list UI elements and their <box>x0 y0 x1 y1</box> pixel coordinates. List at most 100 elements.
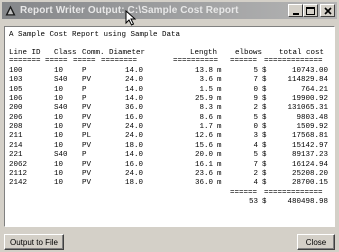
row-line-id: 106 <box>9 95 23 104</box>
app-icon <box>5 5 16 16</box>
row-length: 20.0 <box>194 151 213 160</box>
row-currency: $ <box>262 85 267 94</box>
row-total-cost: 16124.94 <box>291 160 328 169</box>
table-row: 103 S40 PV 24.0 3.6 m 7 $114829.84 <box>9 76 329 85</box>
row-comm: PV <box>82 160 92 169</box>
row-diameter: 24.0 <box>124 169 143 178</box>
row-currency: $ <box>262 95 267 104</box>
row-length: 8.3 <box>199 104 213 113</box>
row-class: 10 <box>54 67 64 75</box>
maximize-button[interactable] <box>303 4 318 17</box>
row-length: 15.6 <box>194 141 213 150</box>
table-row: 211 10 PL 24.0 12.6 m 3 $17568.81 <box>9 132 329 141</box>
row-elbows: 5 <box>253 113 258 122</box>
underline-diameter: ======== <box>101 57 138 65</box>
row-comm: PV <box>82 169 92 178</box>
total-elbows: 53 <box>248 198 258 206</box>
totals-row: 53 $ 480498.98 <box>9 198 329 207</box>
minimize-button[interactable] <box>288 4 303 17</box>
row-total-cost: 10743.00 <box>291 67 328 75</box>
minimize-icon <box>292 12 299 15</box>
row-currency: $ <box>262 76 267 85</box>
row-class: 10 <box>54 160 64 169</box>
table-row: 100 10 P 14.0 13.8 m 5 $10743.00 <box>9 67 329 76</box>
row-class: 10 <box>54 85 64 94</box>
row-comm: PV <box>82 141 92 150</box>
row-length: 8.6 <box>199 113 213 122</box>
table-row: 206 10 PV 16.0 8.6 m 5 $9803.48 <box>9 114 329 123</box>
row-length-unit: m <box>217 160 222 169</box>
totals-underline-row: ====== ============= <box>9 189 329 198</box>
row-length-unit: m <box>217 132 222 141</box>
row-line-id: 105 <box>9 85 23 94</box>
row-length-unit: m <box>217 76 222 85</box>
row-line-id: 200 <box>9 104 23 113</box>
table-row: 214 10 PV 18.0 15.6 m 4 $15142.97 <box>9 142 329 151</box>
row-comm: PV <box>82 179 92 188</box>
row-elbows: 9 <box>253 95 258 104</box>
row-currency: $ <box>262 132 267 141</box>
row-currency: $ <box>262 67 267 75</box>
table-row: 221 S40 P 14.0 20.0 m 5 $89137.23 <box>9 151 329 160</box>
row-length: 23.6 <box>194 169 213 178</box>
row-comm: PL <box>82 132 92 141</box>
close-window-button[interactable] <box>320 4 335 17</box>
row-line-id: 221 <box>9 151 23 160</box>
table-row: 208 10 PV 24.0 1.7 m 0 $1509.92 <box>9 123 329 132</box>
row-diameter: 16.0 <box>124 113 143 122</box>
output-to-file-button[interactable]: Output to File <box>4 234 64 250</box>
row-line-id: 211 <box>9 132 23 141</box>
report-writer-window: Report Writer Output: C:\Sample Cost Rep… <box>0 0 339 252</box>
total-currency: $ <box>262 198 267 206</box>
row-line-id: 2142 <box>9 179 28 188</box>
table-row: 106 10 P 14.0 25.9 m 9 $19900.92 <box>9 95 329 104</box>
row-length-unit: m <box>217 85 222 94</box>
row-class: S40 <box>54 104 68 113</box>
row-length-unit: m <box>217 113 222 122</box>
row-class: 10 <box>54 113 64 122</box>
totals-underline-elbows: ====== <box>230 189 258 197</box>
row-class: 10 <box>54 141 64 150</box>
row-comm: PV <box>82 113 92 122</box>
row-length: 16.1 <box>194 160 213 169</box>
maximize-icon <box>306 6 315 15</box>
row-diameter: 14.0 <box>124 85 143 94</box>
row-elbows: 4 <box>253 179 258 188</box>
row-line-id: 100 <box>9 67 23 75</box>
row-comm: PV <box>82 76 92 85</box>
row-total-cost: 28700.15 <box>291 179 328 188</box>
row-diameter: 14.0 <box>124 95 143 104</box>
row-elbows: 0 <box>253 85 258 94</box>
row-elbows: 7 <box>253 160 258 169</box>
row-total-cost: 17568.81 <box>291 132 328 141</box>
row-length: 12.6 <box>194 132 213 141</box>
total-cost: 480498.98 <box>287 198 328 206</box>
row-diameter: 24.0 <box>124 132 143 141</box>
row-line-id: 208 <box>9 123 23 132</box>
row-comm: P <box>82 85 87 94</box>
row-elbows: 7 <box>253 76 258 85</box>
report-output-pane[interactable]: A Sample Cost Report using Sample Data L… <box>4 26 335 227</box>
row-diameter: 14.0 <box>124 67 143 75</box>
row-length-unit: m <box>217 169 222 178</box>
row-total-cost: 1509.92 <box>296 123 328 132</box>
row-elbows: 3 <box>253 132 258 141</box>
column-underline-row: ======= ===== ===== ======== ========== … <box>9 57 329 66</box>
row-diameter: 24.0 <box>124 123 143 132</box>
row-elbows: 2 <box>253 104 258 113</box>
row-class: S40 <box>54 76 68 85</box>
row-diameter: 24.0 <box>124 76 143 85</box>
row-length: 3.6 <box>199 76 213 85</box>
row-diameter: 18.0 <box>124 179 143 188</box>
row-comm: P <box>82 67 87 75</box>
row-total-cost: 764.21 <box>300 85 328 94</box>
row-class: 10 <box>54 123 64 132</box>
row-class: 10 <box>54 132 64 141</box>
report-heading: A Sample Cost Report using Sample Data <box>9 31 181 39</box>
row-line-id: 2112 <box>9 169 28 178</box>
close-button[interactable]: Close <box>297 234 335 250</box>
title-bar[interactable]: Report Writer Output: C:\Sample Cost Rep… <box>2 2 337 19</box>
row-line-id: 206 <box>9 113 23 122</box>
row-comm: PV <box>82 104 92 113</box>
row-length: 1.7 <box>199 123 213 132</box>
